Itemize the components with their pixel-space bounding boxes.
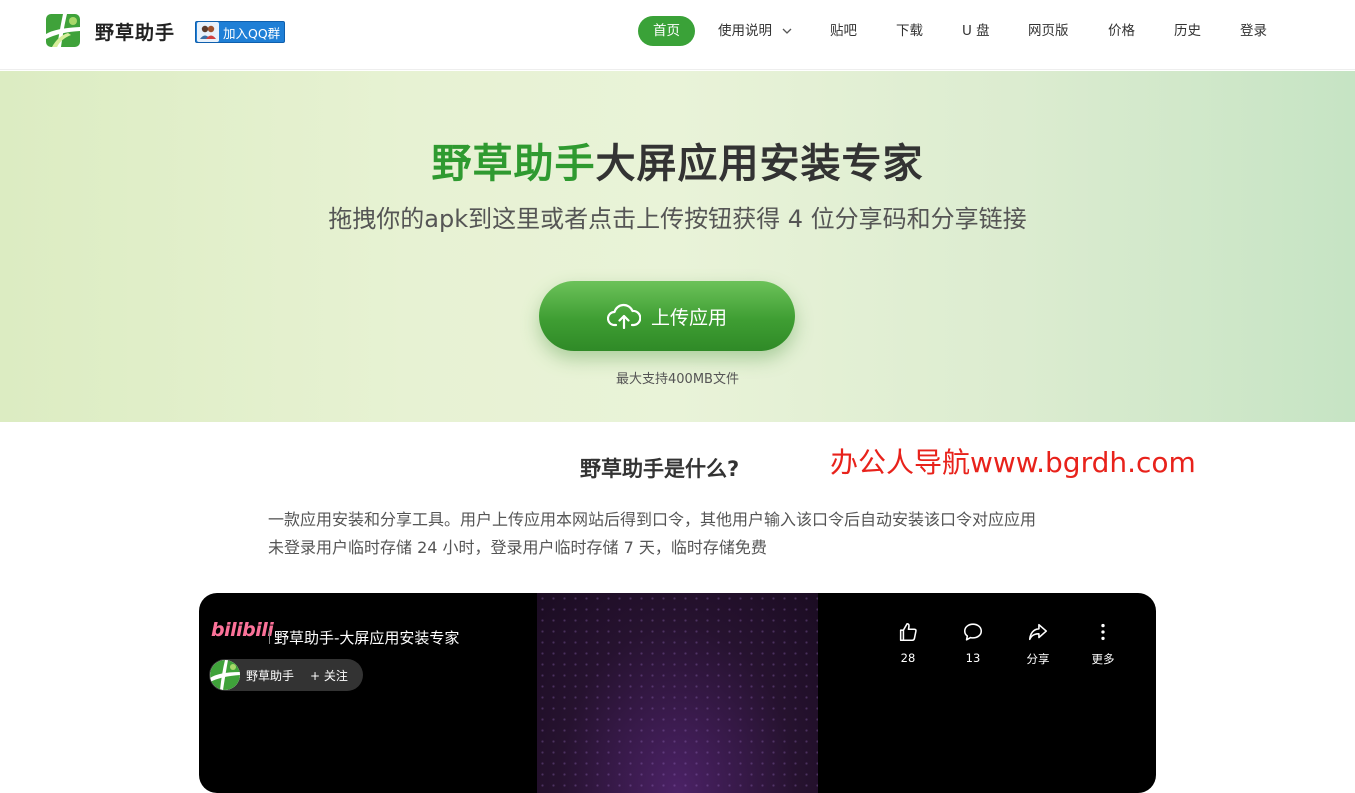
like-button[interactable]: 28 <box>888 621 928 665</box>
uploader-name[interactable]: 野草助手 <box>246 667 294 684</box>
nav-pricing-label: 价格 <box>1108 23 1135 39</box>
upload-hero[interactable]: 野草助手大屏应用安装专家 拖拽你的apk到这里或者点击上传按钮获得 4 位分享码… <box>0 71 1355 422</box>
more-button[interactable]: 更多 <box>1083 621 1123 667</box>
cloud-upload-icon <box>606 303 641 329</box>
nav-history[interactable]: 历史 <box>1174 16 1201 46</box>
nav-download[interactable]: 下载 <box>896 16 923 46</box>
share-label: 分享 <box>1026 652 1050 666</box>
nav-home-label: 首页 <box>653 23 680 39</box>
hero-title-brand: 野草助手 <box>431 141 596 187</box>
more-icon <box>1101 623 1105 641</box>
thumbs-up-icon <box>899 622 917 642</box>
about-title: 野草助手是什么? <box>580 457 740 481</box>
nav-web-version-label: 网页版 <box>1028 23 1069 39</box>
nav-instructions[interactable]: 使用说明 <box>718 16 792 46</box>
chevron-down-icon <box>782 28 792 34</box>
about-description-line-1: 一款应用安装和分享工具。用户上传应用本网站后得到口令，其他用户输入该口令后自动安… <box>268 510 1037 529</box>
upload-app-label: 上传应用 <box>650 306 727 329</box>
bilibili-logo[interactable]: bilibili <box>211 619 274 641</box>
nav-login-label: 登录 <box>1240 23 1267 39</box>
comment-icon <box>963 623 983 641</box>
site-header: 野草助手 加入QQ群 首页 使用说明 贴吧 下载 U 盘 网页版 价格 历史 登… <box>0 0 1355 70</box>
hero-subtitle: 拖拽你的apk到这里或者点击上传按钮获得 4 位分享码和分享链接 <box>328 205 1027 233</box>
nav-usb-label: U 盘 <box>962 23 990 39</box>
nav-forum[interactable]: 贴吧 <box>830 16 857 46</box>
nav-home[interactable]: 首页 <box>638 16 695 46</box>
main-nav: 首页 使用说明 贴吧 下载 U 盘 网页版 价格 历史 登录 <box>0 16 1355 46</box>
upload-size-note: 最大支持400MB文件 <box>616 372 739 387</box>
nav-web-version[interactable]: 网页版 <box>1028 16 1069 46</box>
share-icon <box>1028 623 1048 641</box>
uploader-logo-icon <box>210 660 240 690</box>
nav-instructions-label: 使用说明 <box>718 23 772 39</box>
avatar[interactable] <box>210 660 240 690</box>
nav-pricing[interactable]: 价格 <box>1108 16 1135 46</box>
video-player[interactable]: bilibili 野草助手-大屏应用安装专家 野草助手 + 关注 28 13 分… <box>199 593 1156 793</box>
video-title[interactable]: 野草助手-大屏应用安装专家 <box>269 627 459 648</box>
nav-history-label: 历史 <box>1174 23 1201 39</box>
watermark-text: 办公人导航www.bgrdh.com <box>830 446 1196 479</box>
hero-title: 野草助手大屏应用安装专家 <box>0 131 1355 189</box>
follow-button[interactable]: + 关注 <box>310 667 348 684</box>
nav-usb[interactable]: U 盘 <box>962 16 990 46</box>
more-label: 更多 <box>1091 652 1115 666</box>
like-count: 28 <box>900 651 916 665</box>
comment-button[interactable]: 13 <box>953 621 993 665</box>
hero-title-tagline: 大屏应用安装专家 <box>595 141 924 187</box>
nav-download-label: 下载 <box>896 23 923 39</box>
comment-count: 13 <box>965 651 981 665</box>
about-description-line-2: 未登录用户临时存储 24 小时，登录用户临时存储 7 天，临时存储免费 <box>268 538 767 557</box>
nav-login[interactable]: 登录 <box>1240 16 1267 46</box>
share-button[interactable]: 分享 <box>1018 621 1058 667</box>
upload-app-button[interactable]: 上传应用 <box>539 281 795 351</box>
uploader-chip: 野草助手 + 关注 <box>209 659 363 691</box>
video-frame[interactable] <box>537 593 818 793</box>
nav-forum-label: 贴吧 <box>830 23 857 39</box>
